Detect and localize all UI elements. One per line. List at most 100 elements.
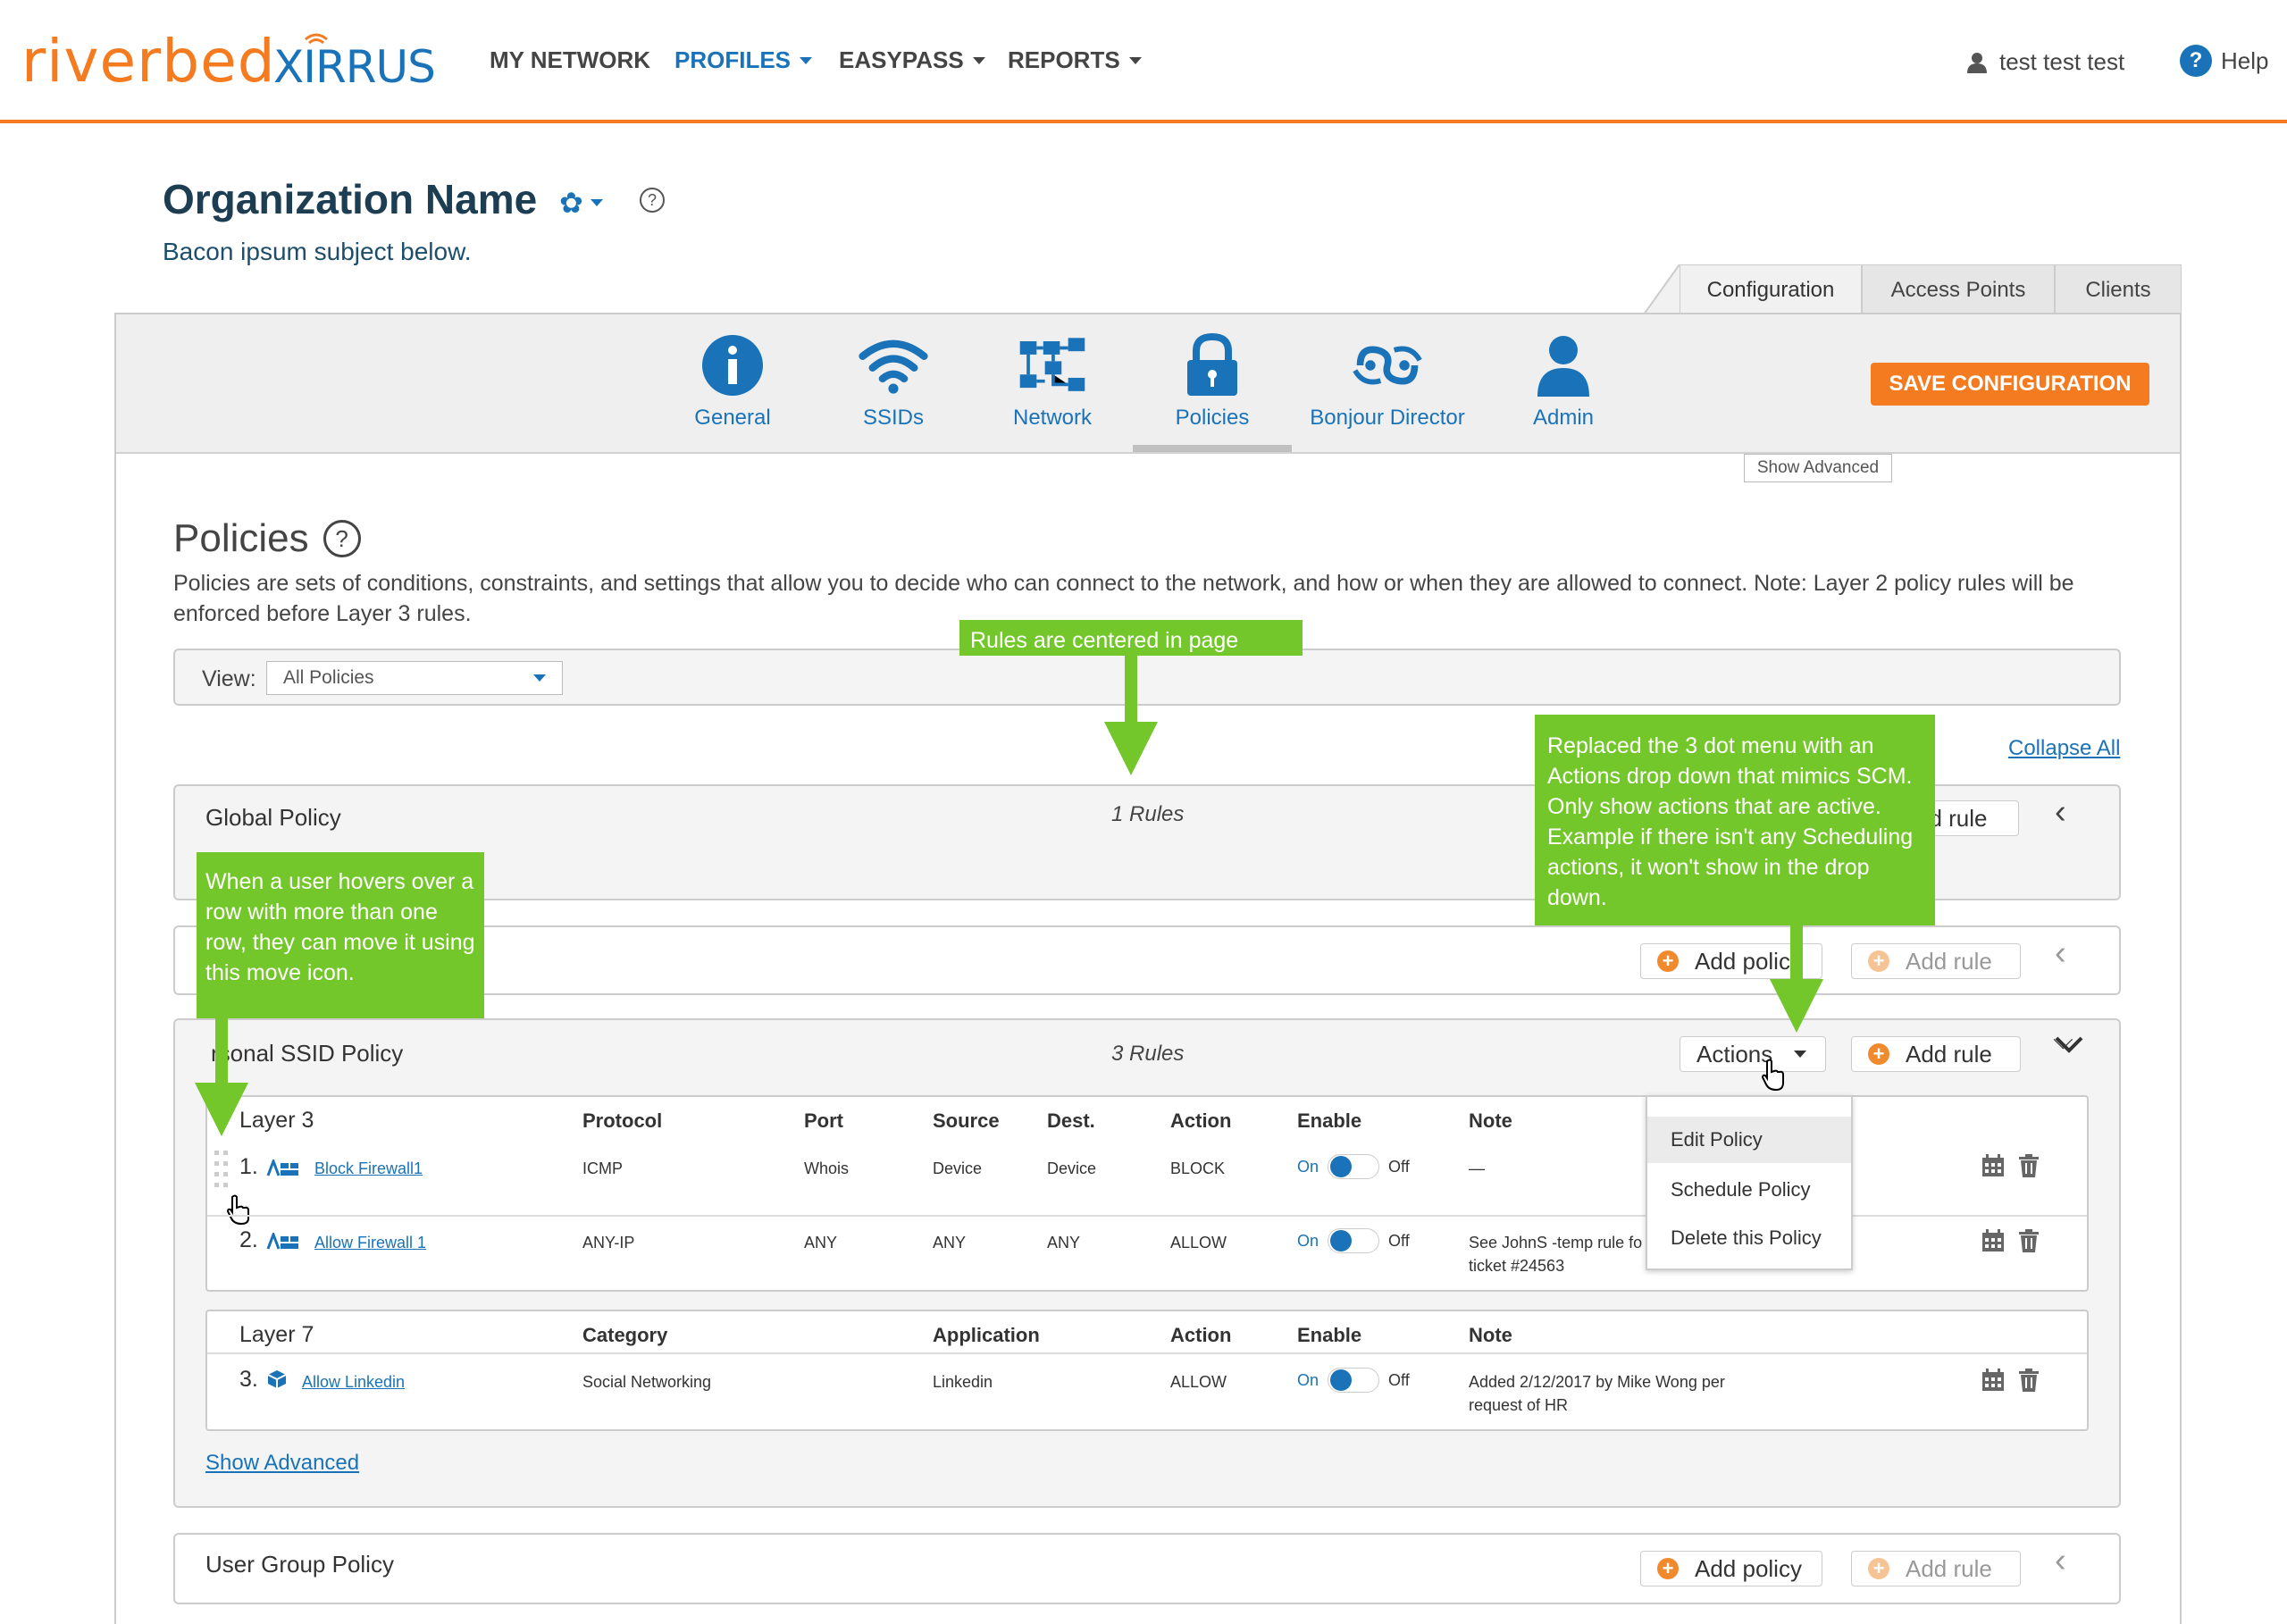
- question-icon[interactable]: ?: [640, 188, 665, 213]
- policy-name: Global Policy: [205, 804, 341, 831]
- info-icon: [702, 335, 763, 396]
- cell-source: ANY: [933, 1234, 967, 1251]
- trash-icon[interactable]: [2019, 1154, 2039, 1177]
- rule-link[interactable]: Allow Firewall 1: [314, 1234, 426, 1252]
- col-enable: Enable: [1297, 1324, 1362, 1346]
- menu-schedule-policy[interactable]: Schedule Policy: [1647, 1167, 1851, 1213]
- add-rule-button[interactable]: + Add rule: [1851, 1551, 2021, 1586]
- rule-number: 1.: [239, 1154, 258, 1179]
- cell-source: Device: [933, 1159, 983, 1177]
- plus-icon: +: [1657, 950, 1679, 972]
- rule-number: 2.: [239, 1227, 258, 1252]
- config-bonjour[interactable]: Bonjour Director: [1289, 332, 1486, 431]
- config-network-label: Network: [1012, 406, 1093, 430]
- tab-clients[interactable]: Clients: [2055, 264, 2182, 314]
- user-menu[interactable]: test test test: [1967, 48, 2124, 76]
- plus-icon: +: [1657, 1558, 1679, 1579]
- toggle-off-label: Off: [1388, 1370, 1410, 1389]
- config-ssids[interactable]: SSIDs: [813, 332, 974, 431]
- rule-link[interactable]: Allow Linkedin: [302, 1373, 405, 1392]
- annotation-actions: Replaced the 3 dot menu with an Actions …: [1535, 715, 1935, 925]
- view-select[interactable]: All Policies: [266, 661, 563, 695]
- network-icon: [1019, 338, 1085, 391]
- cell-note: —: [1469, 1159, 1485, 1177]
- xirrus-logo[interactable]: XIRRUS: [273, 33, 436, 93]
- cell-action: BLOCK: [1170, 1159, 1226, 1177]
- toggle-track[interactable]: [1328, 1154, 1380, 1179]
- nav-my-network-label: MY NETWORK: [490, 46, 651, 73]
- nav-easypass-label: EASYPASS: [839, 46, 964, 73]
- layer7-header: Layer 7: [239, 1322, 314, 1347]
- add-policy-label: Add polic: [1695, 947, 1790, 975]
- drag-handle-icon[interactable]: [213, 1149, 230, 1192]
- col-port: Port: [804, 1109, 843, 1132]
- enable-toggle[interactable]: On Off: [1297, 1228, 1410, 1253]
- page-subtitle: Bacon ipsum subject below.: [163, 238, 472, 265]
- annotation-move: When a user hovers over a row with more …: [197, 852, 484, 1018]
- trash-icon[interactable]: [2019, 1369, 2039, 1392]
- add-policy-button[interactable]: + Add policy: [1640, 1551, 1822, 1586]
- enable-toggle[interactable]: On Off: [1297, 1368, 1410, 1393]
- calendar-icon[interactable]: [1981, 1154, 2005, 1177]
- toggle-track[interactable]: [1328, 1368, 1380, 1393]
- collapse-chevron-icon[interactable]: [2053, 1034, 2085, 1056]
- collapse-all-link[interactable]: Collapse All: [2008, 736, 2120, 761]
- col-category: Category: [582, 1324, 668, 1346]
- cell-dest: ANY: [1047, 1234, 1081, 1251]
- calendar-icon[interactable]: [1981, 1369, 2005, 1392]
- col-action: Action: [1170, 1109, 1232, 1132]
- tab-access-points[interactable]: Access Points: [1862, 264, 2055, 314]
- hand-cursor-icon: [1761, 1059, 1784, 1092]
- annotation-arrow: [215, 1018, 228, 1084]
- enable-toggle[interactable]: On Off: [1297, 1154, 1410, 1179]
- nav-profiles[interactable]: PROFILES: [674, 46, 813, 74]
- user-name: test test test: [1999, 48, 2125, 75]
- cell-category: Social Networking: [582, 1373, 712, 1391]
- add-rule-button[interactable]: + Add rule: [1851, 1036, 2021, 1072]
- add-rule-label: Add rule: [1906, 1554, 1992, 1582]
- help-label: Help: [2221, 46, 2269, 74]
- chevron-left-icon[interactable]: ‹: [2055, 1542, 2066, 1580]
- nav-reports[interactable]: REPORTS: [1008, 46, 1142, 74]
- tab-clients-label: Clients: [2085, 277, 2151, 302]
- calendar-icon[interactable]: [1981, 1229, 2005, 1252]
- add-rule-button[interactable]: + Add rule: [1851, 943, 2021, 979]
- nav-my-network[interactable]: MY NETWORK: [490, 46, 650, 74]
- col-note: Note: [1469, 1324, 1512, 1346]
- add-rule-label: Add rule: [1906, 1040, 1992, 1067]
- annotation-arrow-head: [1770, 979, 1823, 1033]
- cell-action: ALLOW: [1170, 1234, 1227, 1251]
- save-configuration-button[interactable]: SAVE CONFIGURATION: [1871, 363, 2149, 406]
- chevron-left-icon[interactable]: ‹: [2055, 934, 2066, 973]
- menu-edit-policy[interactable]: Edit Policy: [1647, 1117, 1851, 1163]
- cell-application: Linkedin: [933, 1373, 993, 1391]
- annotation-centered: Rules are centered in page: [959, 620, 1303, 656]
- riverbed-logo[interactable]: riverbed: [21, 27, 276, 96]
- config-admin[interactable]: Admin: [1483, 332, 1644, 431]
- actions-dropdown[interactable]: Actions: [1680, 1036, 1826, 1072]
- col-note: Note: [1469, 1109, 1512, 1132]
- question-icon[interactable]: ?: [323, 520, 361, 557]
- org-settings-button[interactable]: ✿: [559, 186, 603, 220]
- cell-note-line2: request of HR: [1469, 1396, 1569, 1414]
- config-network[interactable]: Network: [972, 332, 1133, 431]
- toggle-off-label: Off: [1388, 1157, 1410, 1176]
- chevron-left-icon[interactable]: ‹: [2055, 793, 2066, 832]
- toggle-track[interactable]: [1328, 1228, 1380, 1253]
- col-protocol: Protocol: [582, 1109, 663, 1132]
- cell-protocol: ICMP: [582, 1159, 623, 1177]
- nav-easypass[interactable]: EASYPASS: [839, 46, 985, 74]
- rule-link[interactable]: Block Firewall1: [314, 1159, 423, 1178]
- help-link[interactable]: ? Help: [2180, 45, 2268, 77]
- config-general[interactable]: General: [652, 332, 813, 431]
- cube-icon: [267, 1370, 287, 1388]
- config-policies[interactable]: Policies: [1132, 332, 1293, 431]
- show-advanced-button[interactable]: Show Advanced: [1744, 454, 1892, 482]
- show-advanced-link[interactable]: Show Advanced: [205, 1451, 359, 1476]
- add-rule-label: Add rule: [1906, 947, 1992, 975]
- tab-configuration[interactable]: Configuration: [1680, 264, 1862, 314]
- trash-icon[interactable]: [2019, 1229, 2039, 1252]
- toggle-knob: [1330, 1230, 1353, 1251]
- policy-block-user-group: [173, 1533, 2121, 1604]
- menu-delete-policy[interactable]: Delete this Policy: [1647, 1215, 1851, 1261]
